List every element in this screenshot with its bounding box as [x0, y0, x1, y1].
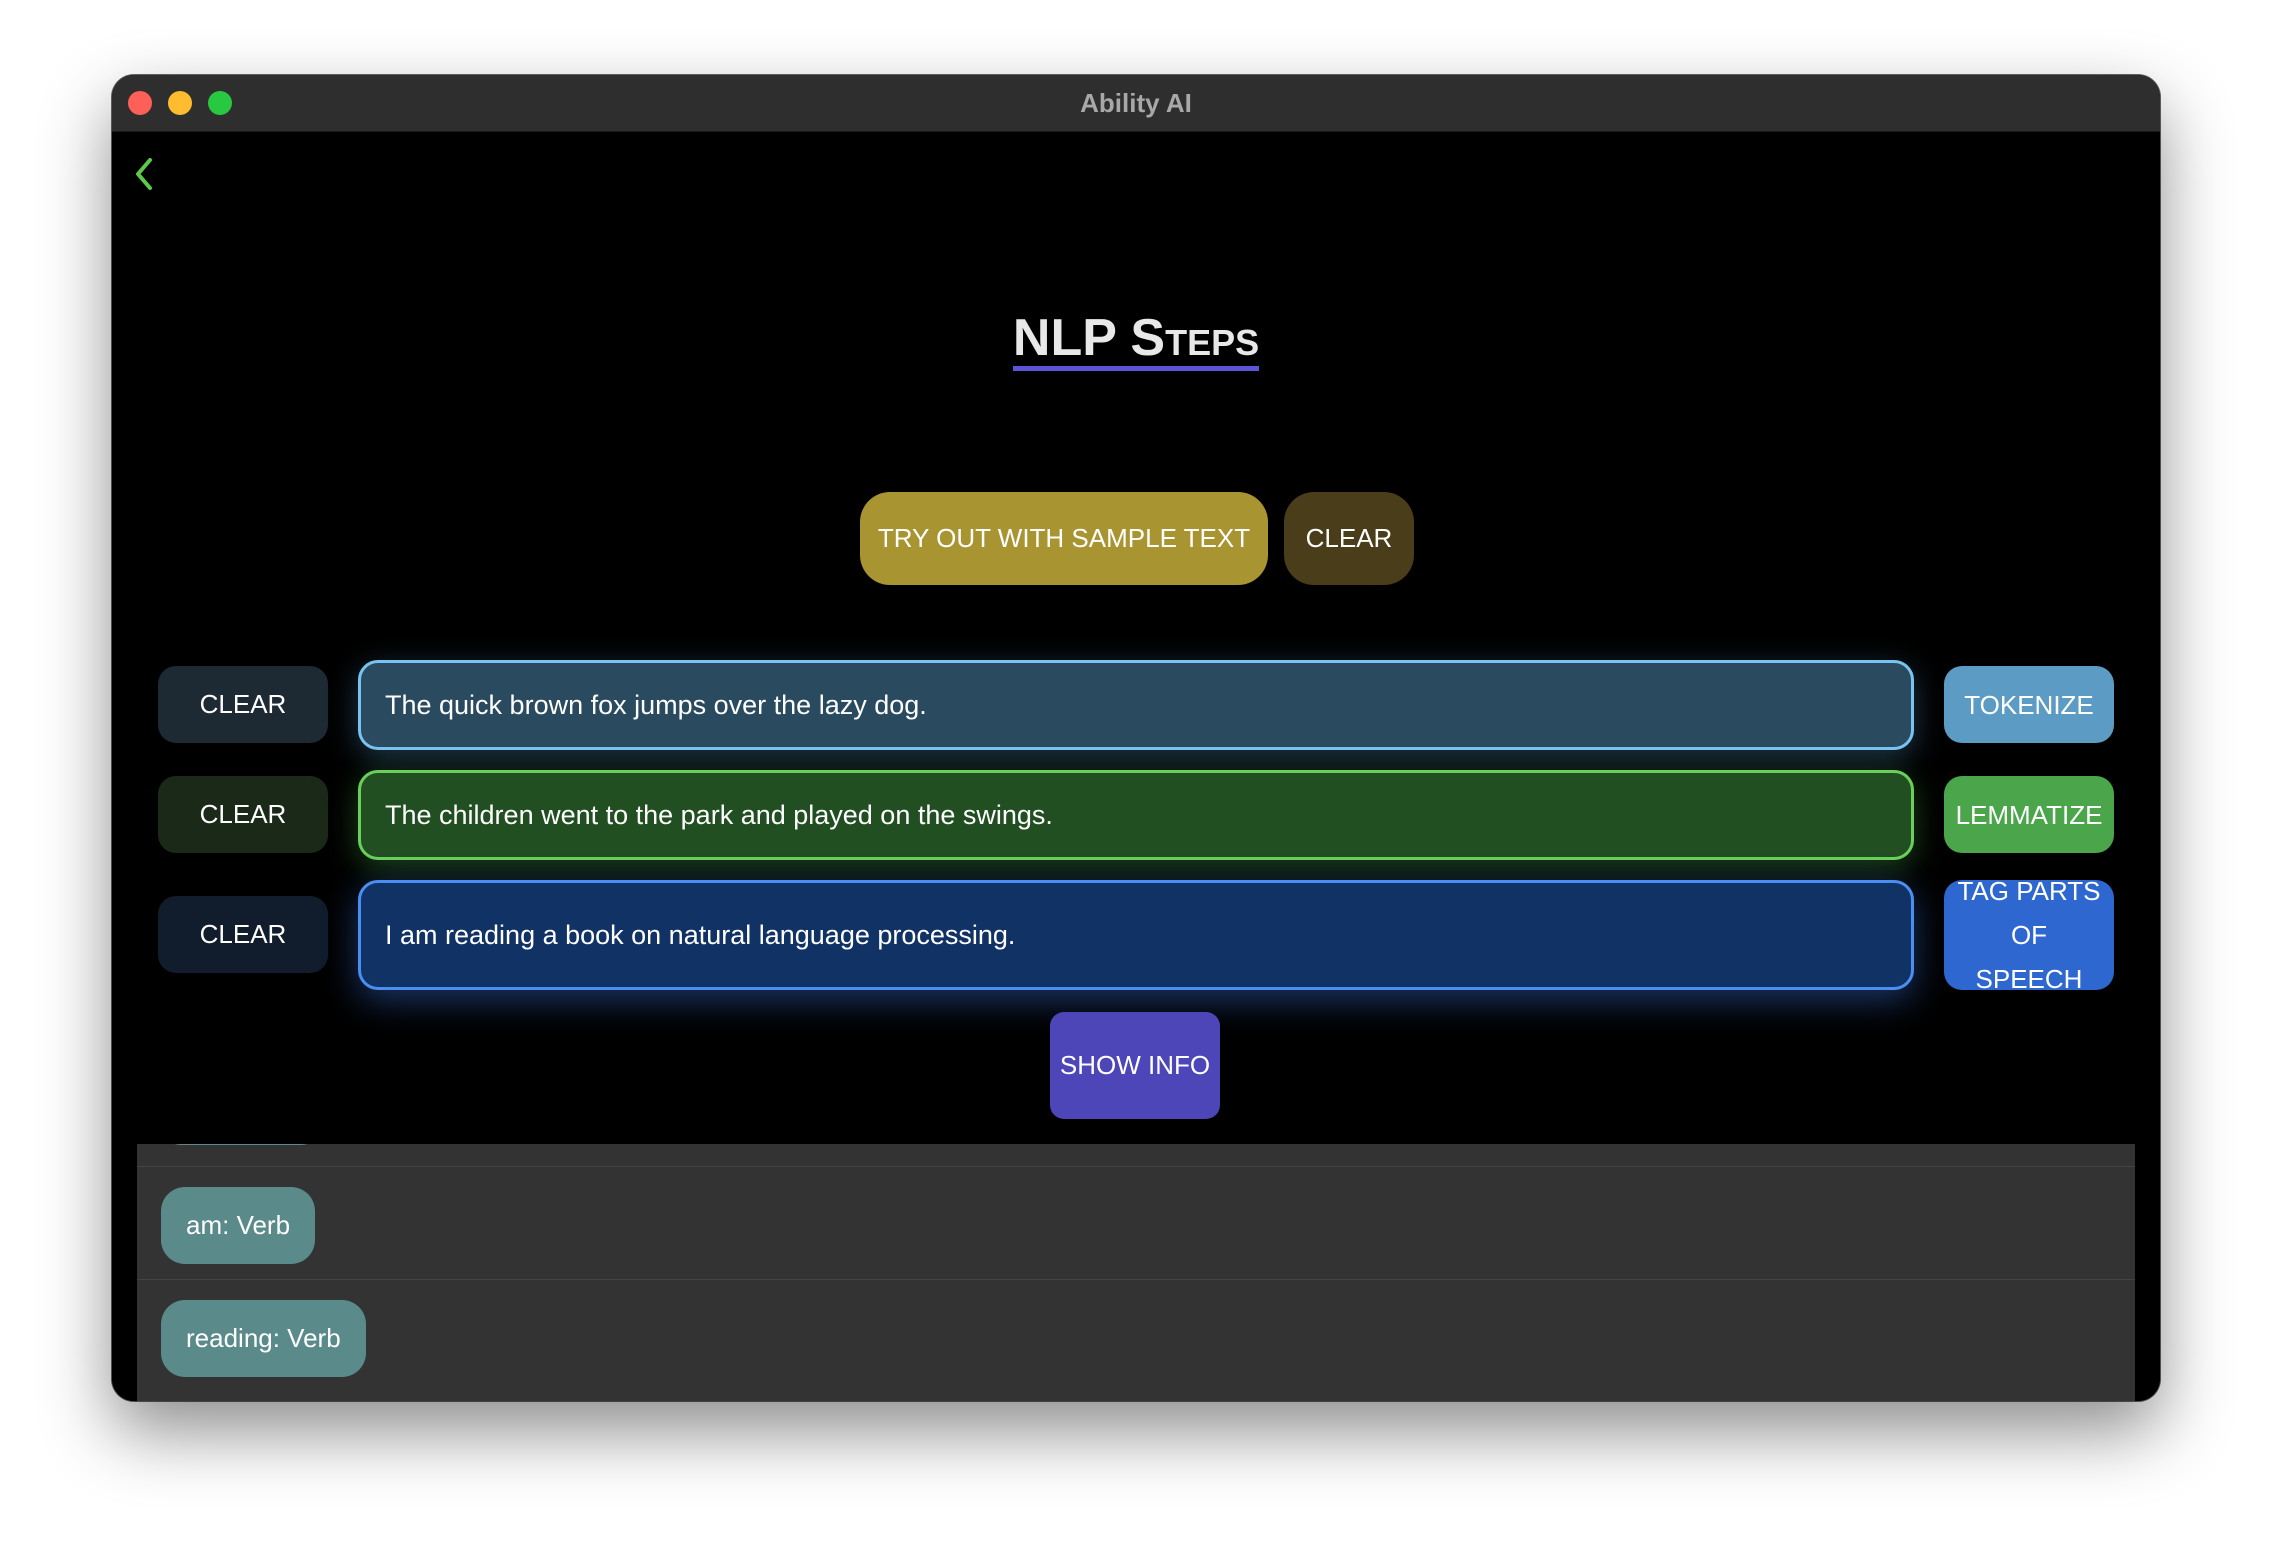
list-item — [137, 1144, 2135, 1167]
page-title-wrap: NLP Steps — [112, 310, 2160, 371]
show-info-button[interactable]: SHOW INFO — [1050, 1012, 1220, 1119]
tokenize-button[interactable]: TOKENIZE — [1944, 666, 2114, 743]
lemmatize-input[interactable]: The children went to the park and played… — [358, 770, 1914, 860]
try-sample-text-button[interactable]: TRY OUT WITH SAMPLE TEXT — [860, 492, 1268, 585]
results-list[interactable]: am: Verb reading: Verb — [137, 1144, 2135, 1401]
clear-lemmatize-button[interactable]: CLEAR — [158, 776, 328, 853]
pos-chip — [161, 1144, 321, 1145]
page-title: NLP Steps — [1012, 310, 1260, 371]
app-window: Ability AI NLP Steps TRY OUT WITH SAMPLE… — [112, 75, 2160, 1401]
title-bar: Ability AI — [112, 75, 2160, 132]
tokenize-input[interactable]: The quick brown fox jumps over the lazy … — [358, 660, 1914, 750]
clear-tokenize-button[interactable]: CLEAR — [158, 666, 328, 743]
pos-input[interactable]: I am reading a book on natural language … — [358, 880, 1914, 990]
list-item: reading: Verb — [137, 1279, 2135, 1401]
list-item: am: Verb — [137, 1166, 2135, 1280]
results-panel[interactable]: am: Verb reading: Verb — [112, 1144, 2160, 1401]
pos-chip: reading: Verb — [161, 1300, 366, 1377]
clear-all-button[interactable]: CLEAR — [1284, 492, 1414, 585]
window-title: Ability AI — [1080, 88, 1192, 118]
main-content: NLP Steps TRY OUT WITH SAMPLE TEXT CLEAR… — [112, 132, 2160, 1201]
pos-chip: am: Verb — [161, 1187, 316, 1264]
clear-pos-button[interactable]: CLEAR — [158, 896, 328, 973]
back-button[interactable] — [126, 154, 162, 194]
lemmatize-button[interactable]: LEMMATIZE — [1944, 776, 2114, 853]
tag-parts-of-speech-button[interactable]: TAG PARTS OF SPEECH — [1944, 876, 2114, 994]
chevron-left-icon — [136, 158, 152, 190]
